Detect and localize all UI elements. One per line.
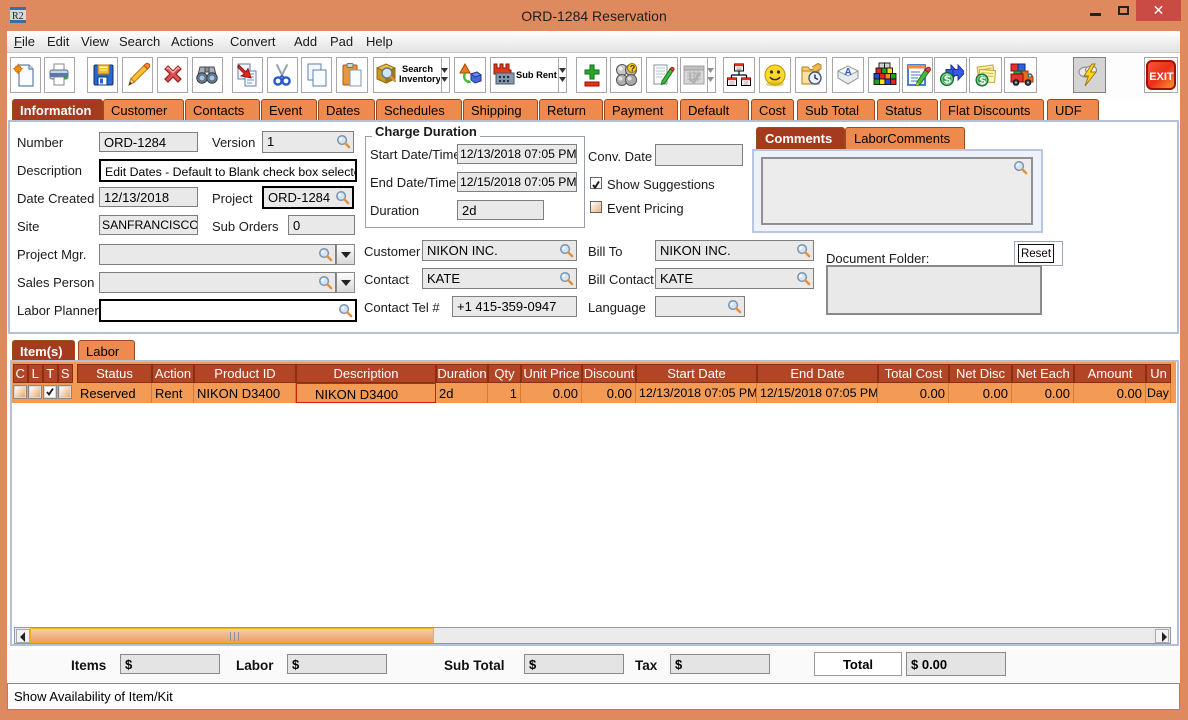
svg-text:Inventory: Inventory <box>399 74 440 84</box>
svg-text:?: ? <box>630 64 636 74</box>
svg-text:Sub Rent: Sub Rent <box>516 70 557 80</box>
svg-text:A: A <box>844 67 851 78</box>
svg-text:S: S <box>979 75 986 87</box>
svg-text:S: S <box>943 74 950 86</box>
svg-text:EXIT: EXIT <box>1149 71 1174 83</box>
svg-text:Search: Search <box>402 64 433 74</box>
